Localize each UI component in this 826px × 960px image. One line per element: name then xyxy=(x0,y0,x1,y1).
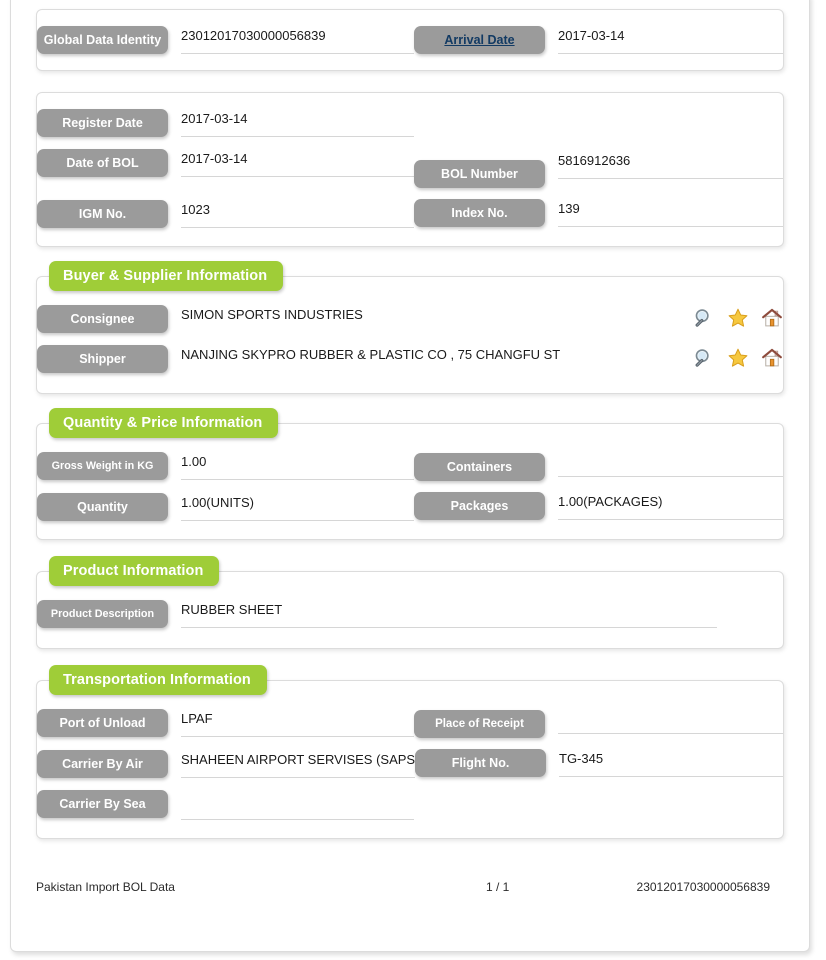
value-bol-number: 5816912636 xyxy=(557,151,783,179)
shipper-actions xyxy=(693,345,783,369)
label-product-description: Product Description xyxy=(37,600,168,628)
footer-identity: 23012017030000056839 xyxy=(636,880,770,894)
home-icon[interactable] xyxy=(761,307,783,329)
field-gross-weight: Gross Weight in KG 1.00 xyxy=(37,452,414,480)
row-quantity: Quantity 1.00(UNITS) Packages 1.00(PACKA… xyxy=(37,492,783,521)
field-product-description: Product Description RUBBER SHEET xyxy=(37,600,717,628)
panel-transportation: Transportation Information Port of Unloa… xyxy=(36,665,784,839)
value-packages: 1.00(PACKAGES) xyxy=(557,492,783,520)
row-gross-weight: Gross Weight in KG 1.00 Containers xyxy=(37,452,783,481)
field-igm-no: IGM No. 1023 xyxy=(37,200,414,228)
label-carrier-by-sea: Carrier By Sea xyxy=(37,790,168,818)
value-quantity: 1.00(UNITS) xyxy=(181,493,414,521)
field-packages: Packages 1.00(PACKAGES) xyxy=(413,492,783,520)
row-igm-no: IGM No. 1023 Index No. 139 xyxy=(37,199,783,228)
row-carrier-by-sea: Carrier By Sea xyxy=(37,790,783,820)
consignee-actions xyxy=(693,305,783,329)
value-flight-no: TG-345 xyxy=(559,749,783,777)
value-carrier-by-air: SHAHEEN AIRPORT SERVISES (SAPS xyxy=(181,750,415,778)
row-port-of-unload: Port of Unload LPAF Place of Receipt xyxy=(37,709,783,738)
row-product-description: Product Description RUBBER SHEET xyxy=(37,600,783,628)
field-bol-number: BOL Number 5816912636 xyxy=(413,153,783,188)
star-icon[interactable] xyxy=(727,347,749,369)
value-place-of-receipt xyxy=(557,706,783,734)
row-shipper: Shipper NANJING SKYPRO RUBBER & PLASTIC … xyxy=(37,345,783,373)
panel-identity: Global Data Identity 2301201703000005683… xyxy=(36,9,784,71)
value-register-date: 2017-03-14 xyxy=(181,109,414,137)
label-consignee: Consignee xyxy=(37,305,168,333)
field-quantity: Quantity 1.00(UNITS) xyxy=(37,493,414,521)
value-gross-weight: 1.00 xyxy=(181,452,414,480)
label-bol-number: BOL Number xyxy=(413,160,545,188)
label-global-data-identity: Global Data Identity xyxy=(37,26,168,54)
field-flight-no: Flight No. TG-345 xyxy=(415,749,783,777)
field-consignee: Consignee SIMON SPORTS INDUSTRIES xyxy=(37,305,783,333)
field-register-date: Register Date 2017-03-14 xyxy=(37,109,414,137)
document-page: Global Data Identity 2301201703000005683… xyxy=(10,0,810,952)
value-igm-no: 1023 xyxy=(181,200,414,228)
search-icon[interactable] xyxy=(693,307,715,329)
legend-quantity-price: Quantity & Price Information xyxy=(49,408,279,438)
value-global-data-identity: 23012017030000056839 xyxy=(181,26,414,54)
legend-transportation: Transportation Information xyxy=(49,665,267,695)
label-quantity: Quantity xyxy=(37,493,168,521)
row-consignee: Consignee SIMON SPORTS INDUSTRIES xyxy=(37,305,783,333)
value-shipper: NANJING SKYPRO RUBBER & PLASTIC CO , 75 … xyxy=(181,347,561,362)
label-containers: Containers xyxy=(413,453,545,481)
value-index-no: 139 xyxy=(557,199,783,227)
value-port-of-unload: LPAF xyxy=(181,709,414,737)
row-carrier-by-air: Carrier By Air SHAHEEN AIRPORT SERVISES … xyxy=(37,749,783,778)
label-shipper: Shipper xyxy=(37,345,168,373)
label-flight-no: Flight No. xyxy=(415,749,546,777)
field-carrier-by-sea: Carrier By Sea xyxy=(37,790,414,820)
field-date-of-bol: Date of BOL 2017-03-14 xyxy=(37,149,414,177)
field-index-no: Index No. 139 xyxy=(413,199,783,227)
label-register-date: Register Date xyxy=(37,109,168,137)
label-carrier-by-air: Carrier By Air xyxy=(37,750,168,778)
label-index-no: Index No. xyxy=(413,199,545,227)
value-date-of-bol: 2017-03-14 xyxy=(181,149,414,177)
label-date-of-bol: Date of BOL xyxy=(37,149,168,177)
page-footer: Pakistan Import BOL Data 1 / 1 230120170… xyxy=(36,872,784,902)
footer-source: Pakistan Import BOL Data xyxy=(36,880,175,894)
footer-page-number: 1 / 1 xyxy=(486,880,510,894)
star-icon[interactable] xyxy=(727,307,749,329)
row-identity: Global Data Identity 2301201703000005683… xyxy=(37,26,783,54)
document-body: Global Data Identity 2301201703000005683… xyxy=(11,0,809,902)
panel-quantity-price: Quantity & Price Information Gross Weigh… xyxy=(36,408,784,540)
arrival-date-link[interactable]: Arrival Date xyxy=(444,33,514,47)
label-place-of-receipt: Place of Receipt xyxy=(413,710,545,738)
panel-bol: Register Date 2017-03-14 Date of BOL 201… xyxy=(36,92,784,247)
field-global-data-identity: Global Data Identity 2301201703000005683… xyxy=(37,26,414,54)
row-date-of-bol: Date of BOL 2017-03-14 BOL Number 581691… xyxy=(37,149,783,188)
field-port-of-unload: Port of Unload LPAF xyxy=(37,709,414,737)
value-arrival-date: 2017-03-14 xyxy=(557,26,783,54)
value-consignee: SIMON SPORTS INDUSTRIES xyxy=(181,307,363,322)
value-containers xyxy=(557,449,783,477)
label-arrival-date[interactable]: Arrival Date xyxy=(413,26,545,54)
field-place-of-receipt: Place of Receipt xyxy=(413,710,783,738)
legend-buyer-supplier: Buyer & Supplier Information xyxy=(49,261,284,291)
field-containers: Containers xyxy=(413,453,783,481)
value-product-description: RUBBER SHEET xyxy=(181,600,717,628)
label-igm-no: IGM No. xyxy=(37,200,168,228)
value-carrier-by-sea xyxy=(181,792,414,820)
panel-product: Product Information Product Description … xyxy=(36,556,784,649)
panel-buyer-supplier: Buyer & Supplier Information Consignee S… xyxy=(36,261,784,394)
field-shipper: Shipper NANJING SKYPRO RUBBER & PLASTIC … xyxy=(37,345,783,373)
label-packages: Packages xyxy=(413,492,545,520)
label-port-of-unload: Port of Unload xyxy=(37,709,168,737)
row-register-date: Register Date 2017-03-14 xyxy=(37,109,783,137)
field-carrier-by-air: Carrier By Air SHAHEEN AIRPORT SERVISES … xyxy=(37,750,415,778)
legend-product: Product Information xyxy=(49,556,220,586)
label-gross-weight: Gross Weight in KG xyxy=(37,452,168,480)
home-icon[interactable] xyxy=(761,347,783,369)
search-icon[interactable] xyxy=(693,347,715,369)
field-arrival-date: Arrival Date 2017-03-14 xyxy=(413,26,783,54)
